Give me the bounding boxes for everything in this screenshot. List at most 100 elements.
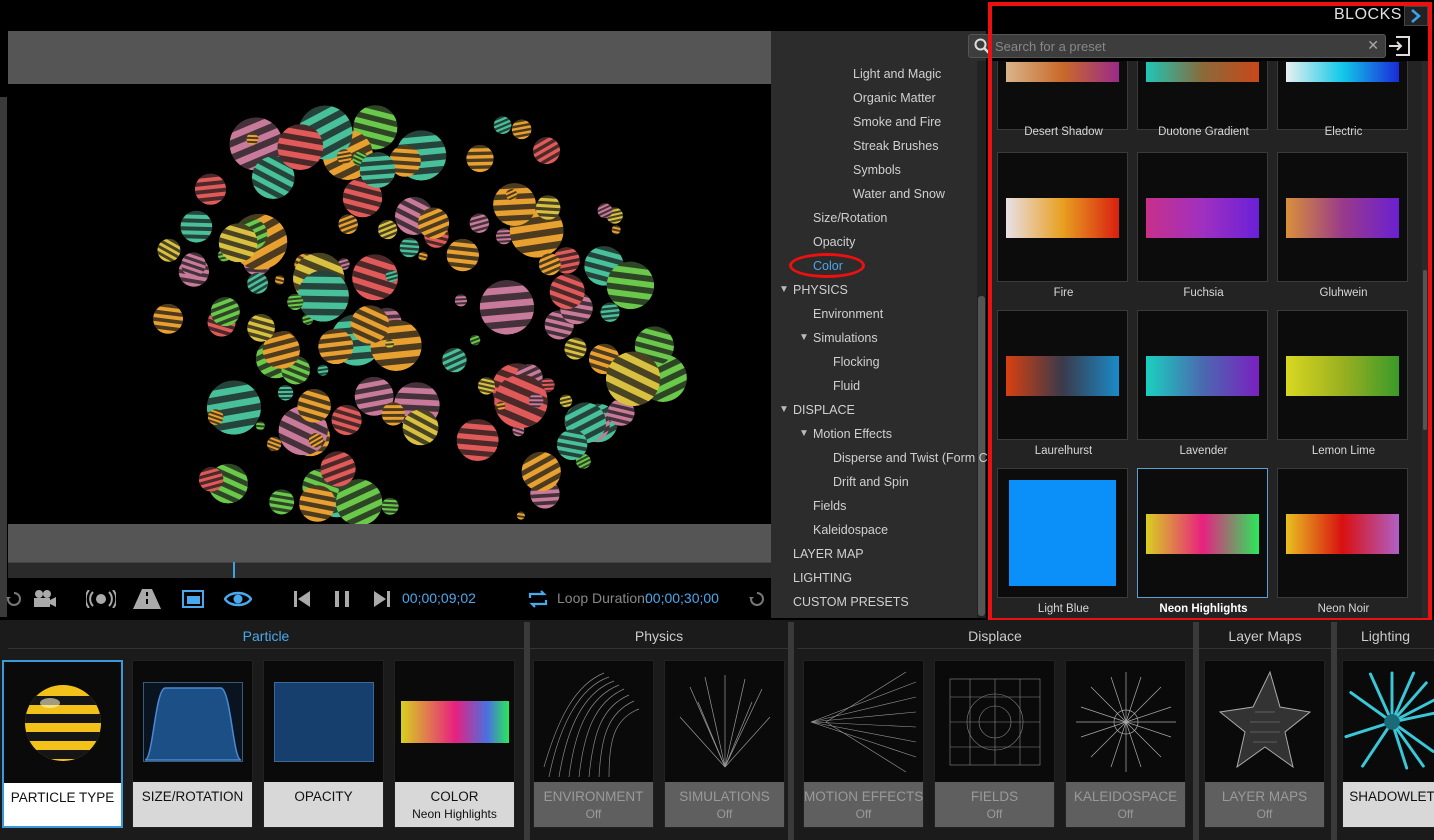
preset-tile[interactable]: Fuchsia (1137, 152, 1268, 299)
preset-tile[interactable]: Lavender (1137, 310, 1268, 457)
block-card[interactable]: SIZE/ROTATION (132, 660, 253, 828)
tree-item[interactable]: Fields (813, 497, 846, 515)
tree-item[interactable]: LIGHTING (793, 569, 852, 587)
block-footer: ENVIRONMENT Off (534, 782, 653, 827)
camera-icon[interactable] (30, 586, 60, 612)
reset-icon[interactable] (4, 586, 24, 612)
block-card[interactable]: KALEIDOSPACE Off (1065, 660, 1186, 828)
tree-item[interactable]: Symbols (853, 161, 901, 179)
tree-item[interactable]: CUSTOM PRESETS (793, 593, 909, 611)
timeline-track[interactable] (8, 562, 771, 578)
group-header[interactable]: Displace (797, 624, 1193, 648)
block-title: KALEIDOSPACE (1073, 789, 1178, 804)
tree-item[interactable]: Simulations (813, 329, 878, 347)
block-footer: LAYER MAPS Off (1205, 782, 1324, 827)
skip-back-icon[interactable] (291, 586, 313, 612)
block-title: COLOR (430, 789, 479, 804)
undo-icon[interactable] (746, 586, 768, 612)
expand-arrow-icon[interactable]: ▼ (799, 329, 809, 347)
block-card[interactable]: LAYER MAPS Off (1204, 660, 1325, 828)
tree-item[interactable]: LAYER MAP (793, 545, 864, 563)
playhead[interactable] (233, 562, 235, 578)
clear-search-icon[interactable]: ✕ (1367, 37, 1379, 54)
collapse-panel-button[interactable] (1404, 6, 1428, 26)
tree-item[interactable]: PHYSICS (793, 281, 848, 299)
preset-tile[interactable]: Desert Shadow (997, 61, 1128, 138)
current-time[interactable]: 00;00;09;02 (402, 590, 476, 606)
block-card[interactable]: ENVIRONMENT Off (533, 660, 654, 828)
tree-item[interactable]: Fluid (833, 377, 860, 395)
tree-item[interactable]: Organic Matter (853, 89, 936, 107)
broadcast-icon[interactable] (85, 586, 117, 612)
gradient-swatch (1009, 480, 1116, 586)
block-thumbnail (665, 661, 784, 782)
tree-item[interactable]: Motion Effects (813, 425, 892, 443)
group-header[interactable]: Physics (530, 624, 788, 648)
group-divider (1193, 622, 1199, 840)
loop-duration-value[interactable]: 00;00;30;00 (645, 590, 719, 606)
skip-forward-icon[interactable] (371, 586, 393, 612)
block-card[interactable]: FIELDS Off (934, 660, 1055, 828)
group-header[interactable]: Particle (8, 624, 524, 648)
preset-tile[interactable]: Lemon Lime (1277, 310, 1408, 457)
preset-tile[interactable]: Duotone Gradient (1137, 61, 1268, 138)
gradient-swatch (1286, 62, 1399, 82)
particle (274, 275, 285, 285)
tree-item[interactable]: Opacity (813, 233, 855, 251)
preset-tile[interactable]: Neon Highlights (1137, 468, 1268, 615)
preset-tile[interactable]: Fire (997, 152, 1128, 299)
tree-item[interactable]: DISPLACE (793, 401, 855, 419)
pause-icon[interactable] (331, 586, 353, 612)
group-divider (1331, 622, 1337, 840)
group-header[interactable]: Layer Maps (1199, 624, 1331, 648)
import-icon[interactable] (1388, 36, 1410, 58)
block-card[interactable]: COLOR Neon Highlights (394, 660, 515, 828)
preset-tile[interactable]: Light Blue (997, 468, 1128, 615)
tree-item[interactable]: Smoke and Fire (853, 113, 941, 131)
road-icon[interactable] (132, 586, 162, 612)
frame-icon[interactable] (180, 586, 206, 612)
grid-scroll-thumb[interactable] (1423, 270, 1427, 430)
expand-arrow-icon[interactable]: ▼ (779, 401, 789, 419)
preset-tile[interactable]: Neon Noir (1277, 468, 1408, 615)
gradient-swatch (1006, 62, 1119, 82)
tree-item[interactable]: Water and Snow (853, 185, 945, 203)
block-card[interactable]: MOTION EFFECTS Off (803, 660, 924, 828)
group-divider (524, 622, 530, 840)
block-card[interactable]: PARTICLE TYPE (2, 660, 123, 828)
particle (153, 303, 184, 334)
block-card[interactable]: SHADOWLET (1342, 660, 1434, 828)
group-header[interactable]: Lighting (1337, 624, 1434, 648)
tree-item[interactable]: Disperse and Twist (Form C (833, 449, 988, 467)
tree-item[interactable]: Drift and Spin (833, 473, 909, 491)
expand-arrow-icon[interactable]: ▼ (779, 281, 789, 299)
tree-item[interactable]: Kaleidospace (813, 521, 888, 539)
block-footer: MOTION EFFECTS Off (804, 782, 924, 827)
block-card[interactable]: OPACITY (263, 660, 384, 828)
particle (466, 144, 494, 173)
preset-tile[interactable]: Gluhwein (1277, 152, 1408, 299)
eye-icon[interactable] (222, 586, 254, 612)
tree-item[interactable]: Light and Magic (853, 65, 941, 83)
loop-icon[interactable] (527, 586, 549, 612)
block-title: MOTION EFFECTS (804, 789, 924, 804)
preset-label: Duotone Gradient (1158, 126, 1249, 138)
block-subtitle: Off (1117, 807, 1134, 821)
gradient-swatch (1146, 356, 1259, 396)
preset-search[interactable]: ✕ (968, 34, 1386, 58)
search-input[interactable] (995, 37, 1355, 55)
tree-item[interactable]: Color (813, 257, 843, 275)
preset-tile[interactable]: Electric (1277, 61, 1408, 138)
block-footer: SHADOWLET (1343, 782, 1434, 827)
tree-item[interactable]: Size/Rotation (813, 209, 887, 227)
timeline-bar[interactable] (8, 524, 771, 562)
preset-tile[interactable]: Laurelhurst (997, 310, 1128, 457)
search-icon (974, 38, 990, 54)
block-card[interactable]: SIMULATIONS Off (664, 660, 785, 828)
tree-item[interactable]: Environment (813, 305, 883, 323)
expand-arrow-icon[interactable]: ▼ (799, 425, 809, 443)
gradient-swatch (1146, 62, 1259, 82)
tree-item[interactable]: Flocking (833, 353, 880, 371)
tree-item[interactable]: Streak Brushes (853, 137, 938, 155)
preview-canvas[interactable] (8, 84, 771, 524)
